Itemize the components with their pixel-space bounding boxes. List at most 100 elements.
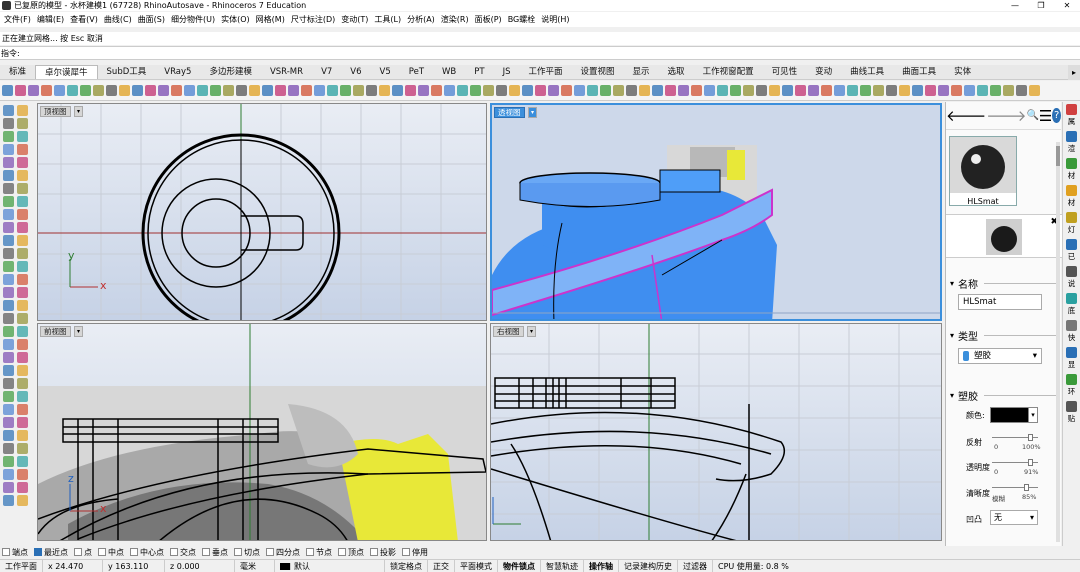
left-tool-icon[interactable]: [3, 378, 14, 389]
menu-edit[interactable]: 编辑(E): [37, 14, 64, 25]
tab-scroll-arrow[interactable]: ▸: [1068, 65, 1080, 80]
tab-wb[interactable]: WB: [433, 65, 465, 79]
ribbon-tool-icon[interactable]: [119, 85, 130, 96]
status-osnap[interactable]: 物件锁点: [498, 559, 541, 572]
ribbon-tool-icon[interactable]: [834, 85, 845, 96]
type-section-header[interactable]: ▾ 类型: [946, 328, 1062, 343]
ribbon-tool-icon[interactable]: [210, 85, 221, 96]
left-tool-icon[interactable]: [17, 274, 28, 285]
panel-tab-3[interactable]: 材: [1063, 185, 1080, 208]
ribbon-tool-icon[interactable]: [587, 85, 598, 96]
ribbon-tool-icon[interactable]: [444, 85, 455, 96]
ribbon-tool-icon[interactable]: [691, 85, 702, 96]
tab-transform[interactable]: 变动: [806, 65, 841, 79]
ribbon-tool-icon[interactable]: [379, 85, 390, 96]
forward-arrow-icon[interactable]: 🡒: [986, 106, 1026, 125]
ribbon-tool-icon[interactable]: [431, 85, 442, 96]
left-tool-icon[interactable]: [3, 430, 14, 441]
ribbon-tool-icon[interactable]: [730, 85, 741, 96]
left-tool-icon[interactable]: [3, 196, 14, 207]
menu-bg-bolt[interactable]: BG螺栓: [508, 14, 536, 25]
checkbox-icon[interactable]: [338, 548, 346, 556]
tab-visibility[interactable]: 可见性: [763, 65, 807, 79]
tab-viewport-layout[interactable]: 工作视窗配置: [694, 65, 763, 79]
osnap-option[interactable]: 停用: [402, 547, 428, 558]
bump-select[interactable]: 无 ▾: [990, 510, 1038, 525]
clarity-slider-knob[interactable]: [1024, 484, 1029, 491]
tab-solid[interactable]: 实体: [945, 65, 980, 79]
left-tool-icon[interactable]: [17, 417, 28, 428]
ribbon-tool-icon[interactable]: [1003, 85, 1014, 96]
material-type-select[interactable]: 塑胶 ▾: [958, 348, 1042, 364]
viewport-title-right[interactable]: 右视图: [493, 326, 524, 337]
viewport-title-front[interactable]: 前视图: [40, 326, 71, 337]
left-tool-icon[interactable]: [17, 482, 28, 493]
menu-tools[interactable]: 工具(L): [374, 14, 401, 25]
ribbon-tool-icon[interactable]: [197, 85, 208, 96]
ribbon-tool-icon[interactable]: [1029, 85, 1040, 96]
left-tool-icon[interactable]: [3, 183, 14, 194]
ribbon-tool-icon[interactable]: [483, 85, 494, 96]
ribbon-tool-icon[interactable]: [249, 85, 260, 96]
command-input[interactable]: [19, 47, 1080, 59]
ribbon-tool-icon[interactable]: [236, 85, 247, 96]
transparency-slider-knob[interactable]: [1028, 459, 1033, 466]
status-smarttrack[interactable]: 智慧轨迹: [541, 559, 584, 572]
panel-tab-9[interactable]: 显: [1063, 347, 1080, 370]
menu-transform[interactable]: 变动(T): [341, 14, 368, 25]
maximize-button[interactable]: ❐: [1028, 0, 1054, 11]
ribbon-tool-icon[interactable]: [275, 85, 286, 96]
status-record-history[interactable]: 记录建构历史: [619, 559, 678, 572]
minimize-button[interactable]: —: [1002, 0, 1028, 11]
ribbon-tool-icon[interactable]: [80, 85, 91, 96]
tab-cplane[interactable]: 工作平面: [520, 65, 572, 79]
left-tool-icon[interactable]: [17, 222, 28, 233]
panel-scrollbar-thumb[interactable]: [1056, 146, 1060, 166]
left-tool-icon[interactable]: [17, 157, 28, 168]
ribbon-tool-icon[interactable]: [704, 85, 715, 96]
panel-tab-7[interactable]: 底: [1063, 293, 1080, 316]
osnap-option[interactable]: 顶点: [338, 547, 364, 558]
ribbon-tool-icon[interactable]: [678, 85, 689, 96]
checkbox-icon[interactable]: [98, 548, 106, 556]
left-tool-icon[interactable]: [17, 105, 28, 116]
left-tool-icon[interactable]: [17, 391, 28, 402]
ribbon-tool-icon[interactable]: [301, 85, 312, 96]
menu-curve[interactable]: 曲线(C): [104, 14, 132, 25]
viewport-menu-icon[interactable]: ▾: [74, 326, 83, 337]
menu-view[interactable]: 查看(V): [70, 14, 98, 25]
left-tool-icon[interactable]: [3, 287, 14, 298]
panel-tab-0[interactable]: 属: [1063, 104, 1080, 127]
ribbon-tool-icon[interactable]: [418, 85, 429, 96]
tab-select[interactable]: 选取: [659, 65, 694, 79]
clarity-slider[interactable]: [992, 484, 1038, 491]
tab-poly-modeling[interactable]: 多边形建模: [200, 65, 261, 79]
left-tool-icon[interactable]: [17, 235, 28, 246]
left-tool-icon[interactable]: [17, 209, 28, 220]
material-thumbnail[interactable]: HLSmat: [949, 136, 1017, 206]
left-tool-icon[interactable]: [3, 131, 14, 142]
osnap-option[interactable]: 最近点: [34, 547, 68, 558]
menu-file[interactable]: 文件(F): [4, 14, 31, 25]
ribbon-tool-icon[interactable]: [106, 85, 117, 96]
ribbon-tool-icon[interactable]: [28, 85, 39, 96]
left-tool-icon[interactable]: [17, 144, 28, 155]
ribbon-tool-icon[interactable]: [873, 85, 884, 96]
tab-v5[interactable]: V5: [371, 65, 400, 79]
reflect-slider-knob[interactable]: [1028, 434, 1033, 441]
checkbox-icon[interactable]: [74, 548, 82, 556]
tab-v6[interactable]: V6: [341, 65, 370, 79]
left-tool-icon[interactable]: [17, 404, 28, 415]
ribbon-tool-icon[interactable]: [353, 85, 364, 96]
ribbon-tool-icon[interactable]: [392, 85, 403, 96]
left-tool-icon[interactable]: [17, 495, 28, 506]
ribbon-tool-icon[interactable]: [41, 85, 52, 96]
tab-vray5[interactable]: VRay5: [155, 65, 200, 79]
ribbon-tool-icon[interactable]: [613, 85, 624, 96]
tab-v7[interactable]: V7: [312, 65, 341, 79]
osnap-option[interactable]: 交点: [170, 547, 196, 558]
ribbon-tool-icon[interactable]: [808, 85, 819, 96]
ribbon-tool-icon[interactable]: [535, 85, 546, 96]
left-tool-icon[interactable]: [17, 456, 28, 467]
ribbon-tool-icon[interactable]: [600, 85, 611, 96]
